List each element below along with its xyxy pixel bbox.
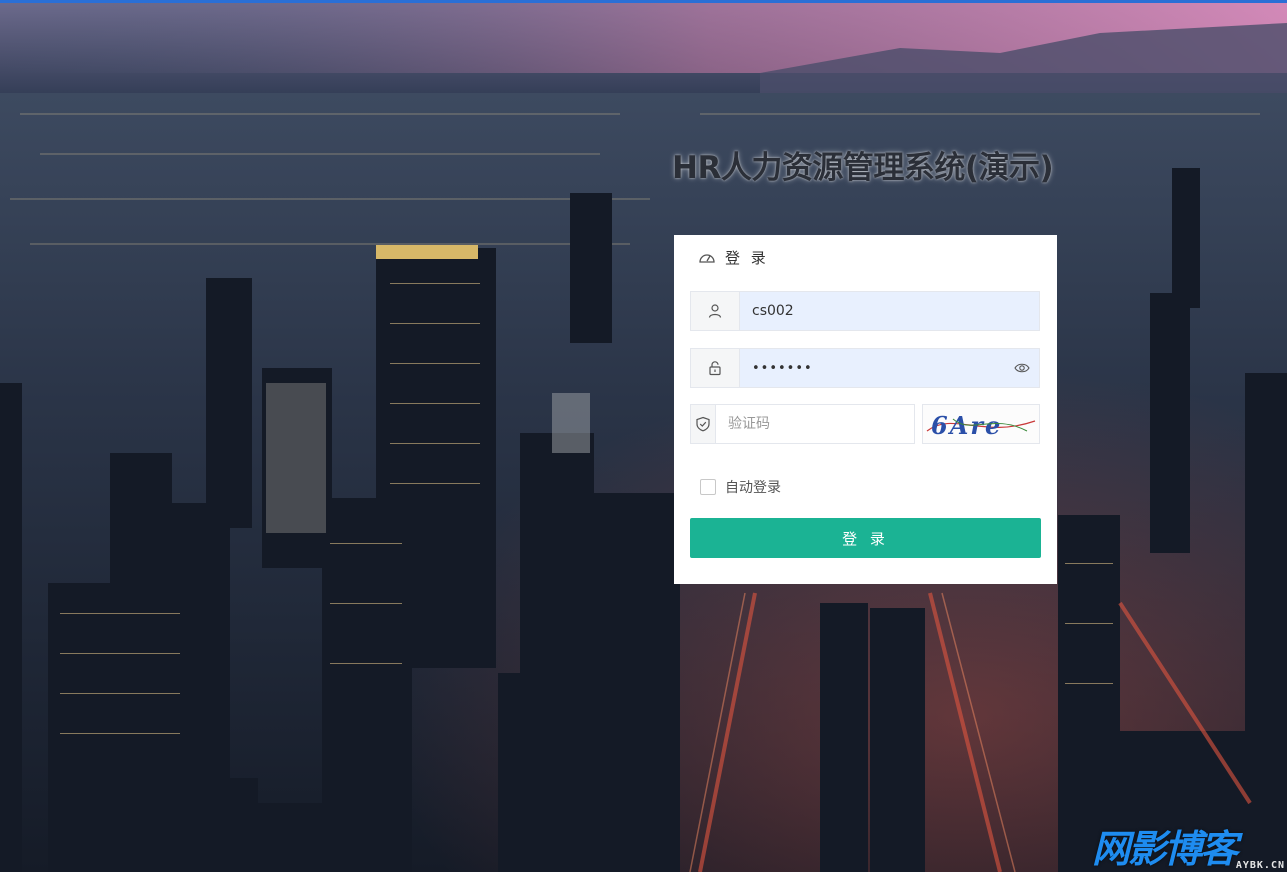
captcha-image[interactable]: 6Are — [922, 404, 1040, 444]
username-prefix — [691, 292, 740, 330]
watermark-subtext: AYBK.CN — [1235, 860, 1285, 871]
captcha-prefix — [691, 405, 716, 443]
city-night-background — [0, 3, 1287, 872]
lock-icon — [709, 361, 721, 376]
captcha-field — [690, 404, 915, 444]
login-card-header: 登 录 — [674, 235, 1057, 280]
eye-icon — [1014, 363, 1030, 373]
username-input[interactable] — [740, 292, 1039, 330]
page-title: HR人力资源管理系统(演示) — [672, 150, 1054, 186]
login-card: 登 录 cs002 ••••••• 验证码 6Are 自动登录 登 录 — [674, 235, 1057, 584]
password-field — [690, 348, 1040, 388]
shield-icon — [696, 416, 710, 432]
browser-top-bar — [0, 0, 1287, 3]
toggle-password-visibility[interactable] — [1005, 349, 1039, 387]
captcha-graphic: 6Are — [926, 411, 1036, 440]
watermark-logo: 网影博客 AYBK.CN — [1092, 826, 1287, 872]
password-input[interactable] — [740, 349, 1005, 387]
password-prefix — [691, 349, 740, 387]
captcha-input[interactable] — [716, 405, 914, 443]
login-button[interactable]: 登 录 — [690, 518, 1041, 558]
watermark-text: 网影博客 — [1092, 827, 1238, 871]
remember-me[interactable]: 自动登录 — [700, 477, 781, 497]
checkbox-icon[interactable] — [700, 479, 716, 495]
remember-me-label: 自动登录 — [725, 480, 781, 496]
username-field — [690, 291, 1040, 331]
user-icon — [708, 304, 722, 318]
login-card-title: 登 录 — [725, 249, 769, 267]
dashboard-icon — [699, 253, 715, 263]
